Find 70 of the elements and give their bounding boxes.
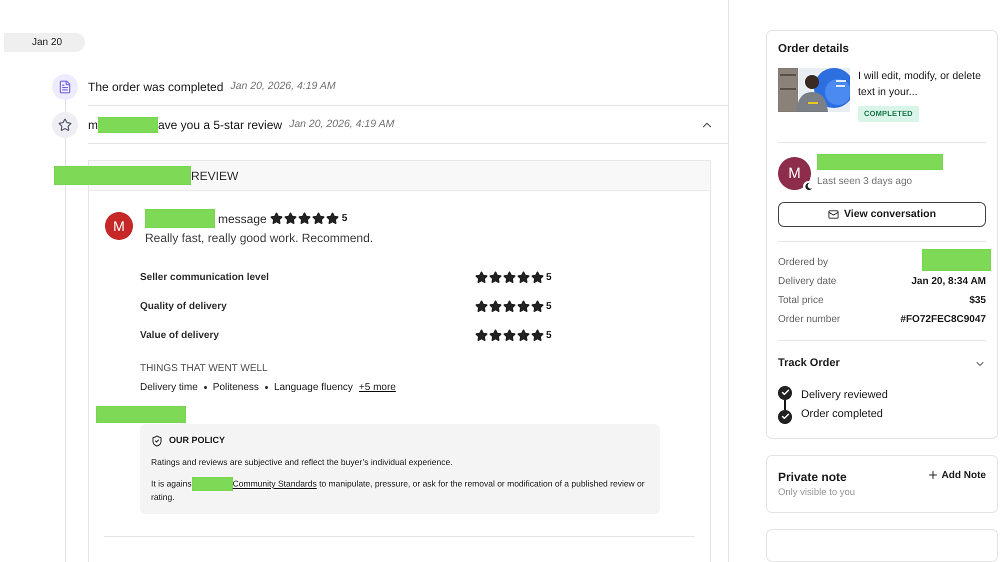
policy-text: It is agains Community Standards to manipulate, pressure, or ask for the removal or modification of a published review or rating. (151, 477, 646, 504)
policy-text: Ratings and reviews are subjective and reflect the buyer’s individual experience. (151, 456, 454, 468)
star-icon (531, 270, 544, 284)
star-icon (312, 212, 325, 225)
went-well-item: Delivery time (140, 381, 198, 395)
went-well-item: Language fluency (274, 381, 353, 395)
star-icon (489, 328, 502, 342)
star-icon (270, 212, 283, 225)
rating-label: Value of delivery (140, 328, 220, 342)
star-icon (503, 328, 516, 342)
review-comment: Really fast, really good work. Recommend. (145, 230, 374, 247)
card-title: Private note (778, 468, 848, 486)
review-header: REVIEW (191, 168, 238, 184)
star-icon (489, 300, 502, 312)
star-icon (531, 328, 544, 342)
rating-label: Seller communication level (140, 270, 270, 284)
card-subtitle: Only visible to you (778, 486, 856, 500)
add-note-button[interactable]: Add Note (926, 468, 986, 483)
avatar: M (778, 157, 811, 190)
star-icon (503, 300, 516, 312)
reviewer-line: message (218, 210, 267, 228)
gig-title[interactable]: I will edit, modify, or delete text in your... (858, 68, 986, 100)
rating-score: 5 (342, 212, 348, 226)
event-time: Jan 20, 2026, 4:19 AM (289, 116, 394, 132)
star-icon (475, 270, 488, 284)
detail-value: #FO72FEC8C9047 (900, 312, 986, 327)
rating-score: 5 (546, 328, 552, 342)
went-well-item: Politeness (212, 381, 259, 395)
star-icon (298, 212, 311, 225)
star-icon (489, 270, 502, 284)
detail-value: Jan 20, 8:34 AM (911, 274, 986, 289)
more-link[interactable]: +5 more (358, 380, 396, 395)
track-order-title: Track Order (778, 356, 840, 372)
view-conversation-button[interactable]: View conversation (778, 202, 986, 228)
star-icon (517, 300, 530, 312)
detail-label: Ordered by (778, 256, 828, 270)
shield-icon (151, 434, 163, 447)
document-icon (58, 80, 72, 94)
plus-icon (926, 469, 939, 482)
section-title: THINGS THAT WENT WELL (140, 362, 269, 376)
star-icon (517, 270, 530, 284)
community-standards-link[interactable]: Community Standards (232, 478, 317, 488)
star-icon (517, 328, 530, 342)
star-icon (58, 118, 72, 132)
star-icon (326, 212, 339, 225)
event-text: m ave you a 5-star review (88, 116, 282, 134)
card-title: Order details (778, 42, 850, 57)
rating-label: Quality of delivery (140, 300, 228, 314)
event-text: The order was completed (88, 78, 224, 96)
star-icon (531, 300, 544, 312)
track-step: Order completed (801, 406, 883, 422)
star-icon (503, 270, 516, 284)
bullet-icon (204, 386, 207, 389)
event-time: Jan 20, 2026, 4:19 AM (230, 78, 336, 94)
detail-value: $35 (969, 294, 986, 308)
rating-score: 5 (546, 300, 552, 314)
detail-label: Total price (778, 294, 824, 308)
star-icon (475, 300, 488, 312)
star-icon (475, 328, 488, 342)
detail-label: Delivery date (778, 274, 836, 289)
last-seen-text: Last seen 3 days ago (817, 175, 914, 190)
rating-score: 5 (546, 270, 552, 284)
avatar: M (105, 212, 133, 240)
date-pill: Jan 20 (4, 33, 85, 52)
policy-title: OUR POLICY (169, 434, 226, 447)
star-icon (284, 212, 297, 225)
envelope-icon (828, 209, 839, 220)
track-step: Delivery reviewed (801, 387, 888, 404)
detail-label: Order number (778, 312, 840, 327)
bullet-icon (264, 386, 268, 389)
